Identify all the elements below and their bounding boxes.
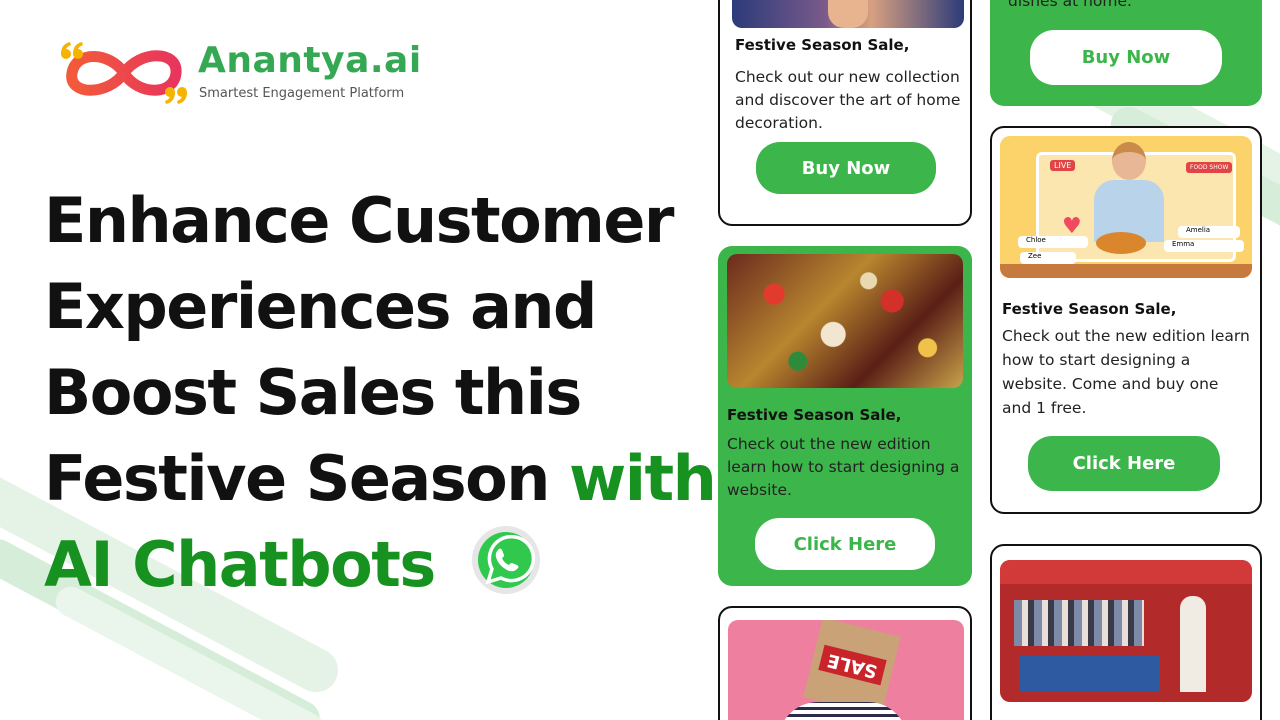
click-here-button[interactable]: Click Here	[755, 518, 935, 570]
promo-card	[990, 544, 1262, 720]
pizza-icon	[1096, 232, 1146, 254]
card-title: Festive Season Sale,	[1002, 300, 1177, 318]
whatsapp-icon	[472, 526, 540, 594]
chat-bubble: Emma	[1164, 240, 1244, 252]
infinity-logo-icon	[61, 42, 187, 104]
card-title: Festive Season Sale,	[735, 36, 910, 54]
card-body-fragment: dishes at home."	[1008, 0, 1140, 10]
bag-label: SALE	[818, 644, 887, 686]
chat-bubble: Chloe	[1018, 236, 1088, 248]
live-badge: LIVE	[1050, 160, 1076, 171]
brand-tagline: Smartest Engagement Platform	[199, 86, 405, 101]
hero-headline: Enhance Customer Experiences and Boost S…	[44, 178, 717, 608]
card-body: Check out our new collection and discove…	[735, 68, 961, 132]
brand-name: Anantya.ai	[198, 40, 422, 81]
chat-bubble: Zee	[1020, 252, 1076, 264]
buy-now-button[interactable]: Buy Now	[1030, 30, 1222, 85]
headline-accent: with	[569, 442, 717, 515]
brand-logo[interactable]: Anantya.ai Smartest Engagement Platform	[58, 40, 421, 110]
person-figure	[828, 0, 868, 28]
food-table	[1000, 264, 1252, 278]
stall-table	[1020, 656, 1160, 692]
headline-line: Experiences and	[44, 270, 597, 343]
card-body: Check out the new edition learn how to s…	[727, 435, 960, 499]
presenter-head	[1112, 142, 1146, 180]
card-image: SALE	[728, 620, 964, 720]
shopper-figure	[1180, 596, 1206, 692]
promo-card: Festive Season Sale, Check out the new e…	[718, 246, 972, 586]
headline-line: Enhance Customer	[44, 184, 675, 257]
promo-card: Festive Season Sale, Check out our new c…	[718, 0, 972, 226]
card-title: Festive Season Sale,	[727, 406, 902, 424]
striped-shirt	[778, 702, 908, 720]
headline-accent-line: AI Chatbots	[44, 528, 436, 601]
promo-card: SALE	[718, 606, 972, 720]
clothes-rack	[1014, 600, 1144, 646]
card-image	[732, 0, 964, 28]
click-here-button[interactable]: Click Here	[1028, 436, 1220, 491]
headline-plain: Festive Season	[44, 442, 569, 515]
tent-roof	[1000, 560, 1252, 584]
headline-line: Festive Season with	[44, 436, 717, 522]
card-image	[727, 254, 963, 388]
card-body: Check out the new edition learn how to s…	[1002, 327, 1250, 417]
promo-card: dishes at home." Buy Now	[990, 0, 1262, 106]
card-image	[1000, 560, 1252, 702]
chat-bubble: Amelia	[1178, 226, 1240, 238]
buy-now-button[interactable]: Buy Now	[756, 142, 936, 194]
promo-card: LIVE FOOD SHOW ♥ Chloe Amelia Zee Emma F…	[990, 126, 1262, 514]
heart-icon: ♥	[1062, 214, 1082, 239]
show-badge: FOOD SHOW	[1186, 162, 1233, 173]
headline-line: Boost Sales this	[44, 356, 582, 429]
card-image: LIVE FOOD SHOW ♥ Chloe Amelia Zee Emma	[1000, 136, 1252, 278]
